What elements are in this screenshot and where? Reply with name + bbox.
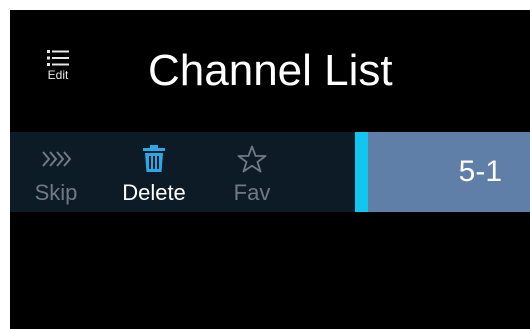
trash-icon: [137, 142, 171, 176]
page-title: Channel List: [148, 46, 393, 95]
focus-indicator: [355, 132, 368, 212]
fav-button[interactable]: Fav: [212, 142, 292, 208]
edit-button[interactable]: Edit: [38, 50, 78, 90]
delete-label: Delete: [122, 180, 186, 205]
channel-list-item[interactable]: 5-1: [355, 132, 530, 212]
skip-button[interactable]: Skip: [16, 142, 96, 208]
tv-screen: Edit Channel List Skip Delete Fav 5-1: [10, 10, 530, 329]
header: Edit Channel List: [10, 10, 530, 132]
fav-label: Fav: [233, 180, 271, 205]
toolbar: Skip Delete Fav: [10, 132, 355, 212]
list-icon: [47, 50, 69, 66]
channel-number: 5-1: [458, 155, 502, 188]
delete-button[interactable]: Delete: [114, 142, 194, 208]
skip-arrows-icon: [39, 142, 73, 176]
skip-label: Skip: [34, 180, 78, 205]
edit-label: Edit: [47, 68, 69, 82]
star-icon: [235, 142, 269, 176]
